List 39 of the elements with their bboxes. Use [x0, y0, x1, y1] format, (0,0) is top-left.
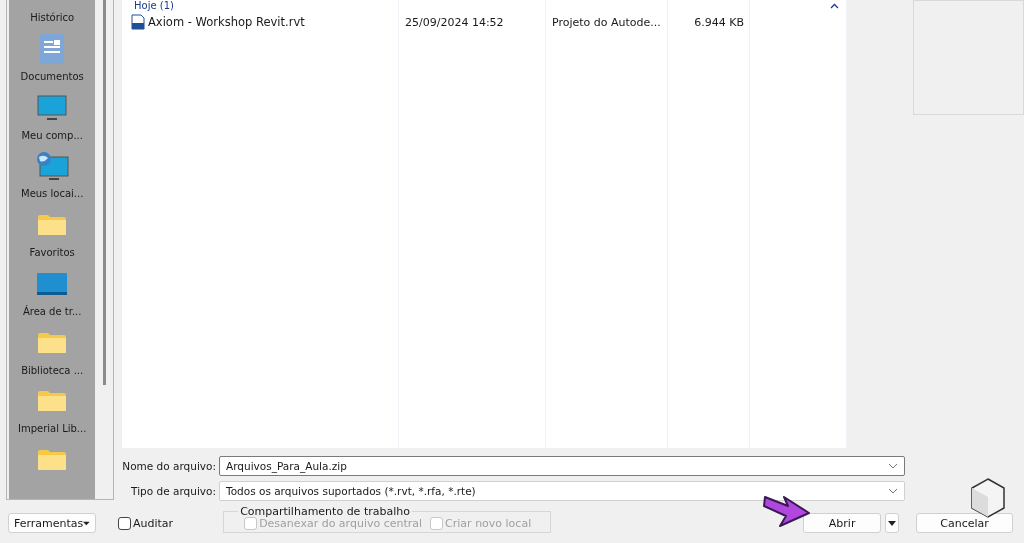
folder-icon — [37, 449, 68, 472]
tools-dropdown-button[interactable]: Ferramentas — [8, 513, 96, 533]
globe-monitor-icon — [35, 151, 70, 182]
sidebar-item[interactable]: Histórico — [30, 12, 75, 23]
field-label: Tipo de arquivo: — [130, 485, 217, 497]
rvt-file-icon — [130, 14, 146, 30]
file-name-field[interactable]: Arquivos_Para_Aula.zip — [219, 456, 905, 476]
open-options-button[interactable] — [885, 513, 900, 533]
folder-icon — [37, 214, 68, 237]
sidebar-item[interactable]: Imperial Lib... — [17, 423, 87, 435]
document-icon — [39, 32, 66, 65]
date-cell-text: 25/09/2024 14:52 — [404, 15, 505, 29]
sidebar-item[interactable]: Área de tr... — [22, 305, 82, 317]
open-button[interactable]: Abrir — [803, 513, 882, 533]
sidebar-item[interactable]: Meus locai... — [21, 188, 84, 200]
sidebar-item[interactable]: Biblioteca ... — [21, 364, 84, 376]
caret-icon — [83, 520, 90, 526]
folder-icon — [37, 331, 68, 354]
type-cell-text: Projeto do Autode... — [551, 15, 662, 29]
group-header[interactable]: Hoje (1) — [134, 1, 174, 11]
sidebar-item[interactable]: Favoritos — [29, 247, 75, 259]
folder-icon — [37, 390, 68, 413]
group-title: Compartilhamento de trabalho — [239, 505, 411, 518]
size-cell-text: 6.944 KB — [693, 15, 745, 29]
field-label: Nome do arquivo: — [122, 460, 217, 472]
hexagon-cube-drawing — [970, 478, 1006, 518]
desktop-icon — [36, 271, 69, 296]
file-name[interactable]: Axiom - Workshop Revit.rvt — [122, 14, 399, 30]
sidebar-item[interactable]: Meu comp... — [21, 129, 83, 141]
audit-checkbox[interactable]: Auditar — [118, 513, 174, 533]
file-type-select[interactable]: Todos os arquivos suportados (*.rvt, *.rfa, *.rte) — [219, 481, 905, 501]
monitor-icon — [37, 94, 68, 121]
scrollbar-thumb[interactable] — [102, 0, 106, 385]
chevron-down-icon[interactable] — [888, 488, 898, 494]
cancel-button[interactable]: Cancelar — [916, 513, 1014, 533]
chevron-down-icon[interactable] — [888, 463, 898, 469]
sidebar-item[interactable]: Documentos — [20, 70, 84, 82]
chevron-icon[interactable] — [830, 3, 839, 9]
caret-icon — [888, 520, 897, 526]
